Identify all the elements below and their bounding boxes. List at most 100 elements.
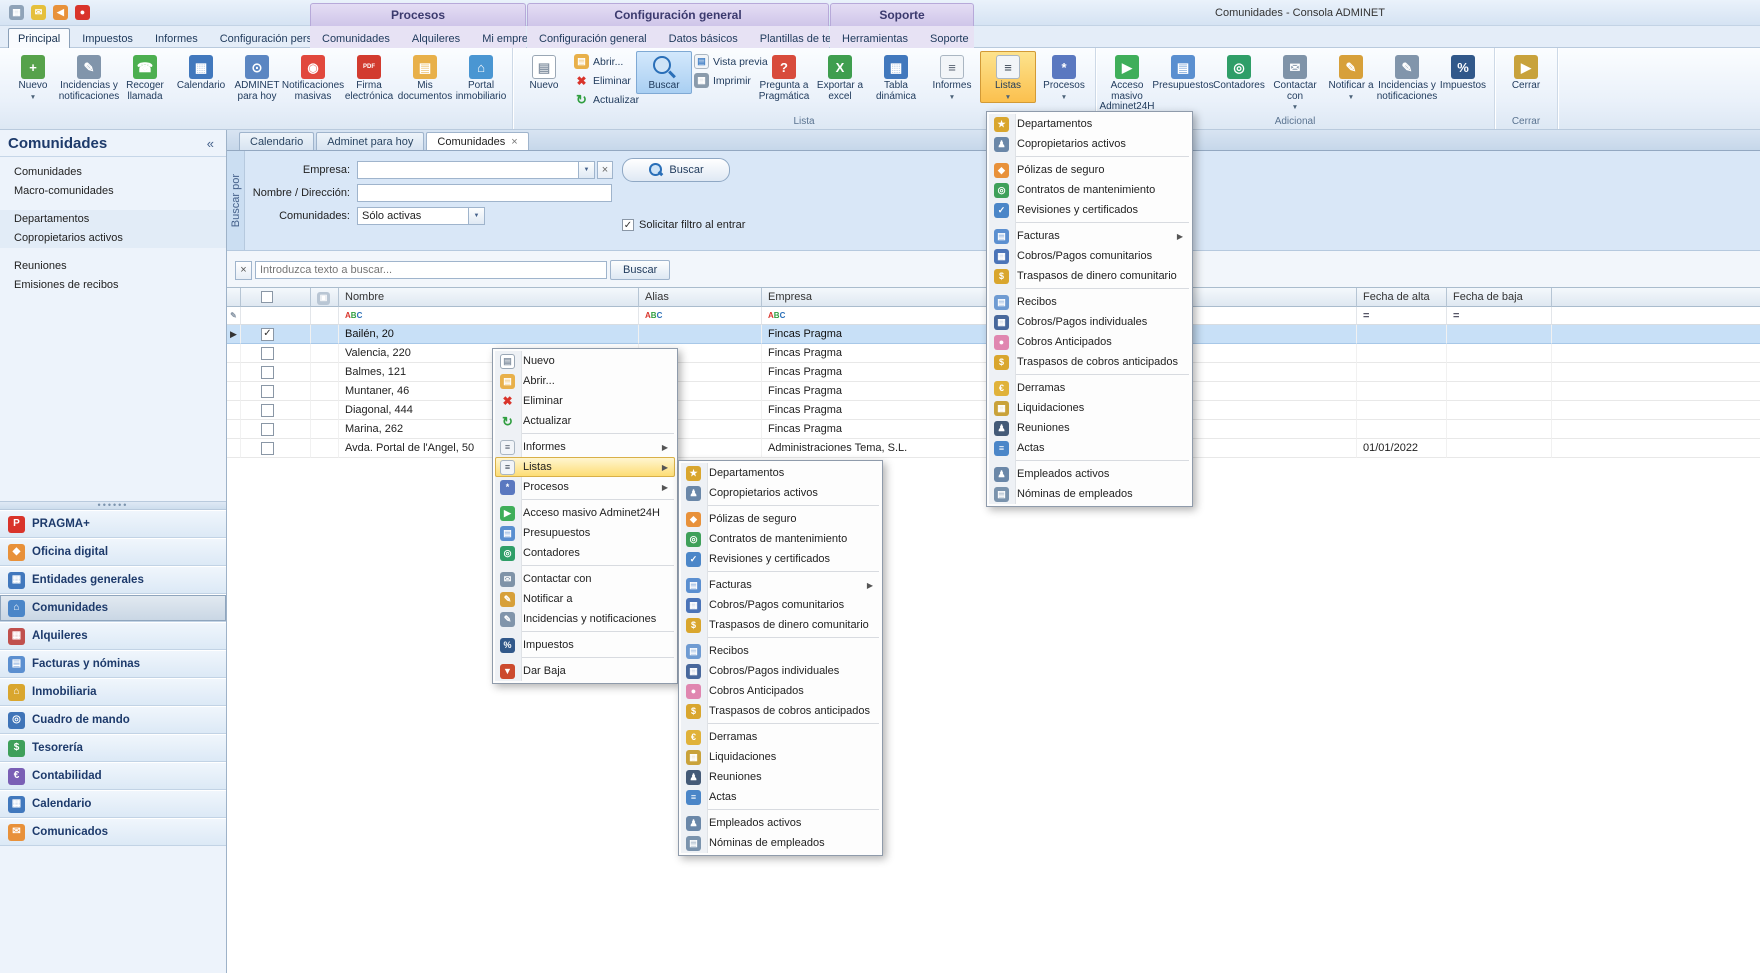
row-checkbox[interactable] bbox=[261, 404, 274, 417]
menu-item[interactable]: Pólizas de seguro ▶ bbox=[681, 509, 880, 529]
menu-item[interactable]: Revisiones y certificados ▶ bbox=[989, 200, 1190, 220]
nav-item[interactable]: Facturas y nóminas bbox=[0, 650, 226, 678]
solicitar-filtro-checkbox-row[interactable]: Solicitar filtro al entrar bbox=[622, 219, 745, 231]
column-header-nombre[interactable]: Nombre bbox=[339, 288, 639, 307]
menu-item[interactable]: Cobros/Pagos individuales ▶ bbox=[681, 661, 880, 681]
ribbon-button[interactable]: Buscar ▼ bbox=[636, 51, 692, 94]
menu-item[interactable]: Revisiones y certificados ▶ bbox=[681, 549, 880, 569]
menu-item[interactable]: Acceso masivo Adminet24H ▶ bbox=[495, 503, 675, 523]
empresa-combo[interactable]: ▼ bbox=[357, 161, 595, 179]
ribbon-tab[interactable]: Datos básicos bbox=[659, 28, 748, 48]
nav-item[interactable]: Comunidades bbox=[0, 594, 226, 622]
nombre-direccion-input[interactable] bbox=[357, 184, 612, 202]
ribbon-button[interactable]: Contadores ▼ bbox=[1211, 51, 1267, 94]
menu-item[interactable]: Pólizas de seguro ▶ bbox=[989, 160, 1190, 180]
nav-item[interactable]: PRAGMA+ bbox=[0, 510, 226, 538]
menu-item[interactable]: Reuniones ▶ bbox=[989, 418, 1190, 438]
menu-item[interactable]: Departamentos ▶ bbox=[681, 463, 880, 483]
comunidades-select[interactable] bbox=[357, 207, 469, 225]
filter-alias-cell[interactable]: ABC bbox=[639, 307, 762, 325]
chevron-down-icon[interactable]: ▼ bbox=[579, 161, 595, 179]
menu-item[interactable]: Actas ▶ bbox=[989, 438, 1190, 458]
ribbon-button[interactable]: Tabla dinámica ▼ bbox=[868, 51, 924, 104]
ribbon-small-button[interactable]: Actualizar bbox=[574, 92, 634, 107]
menu-item[interactable]: Traspasos de dinero comunitario ▶ bbox=[681, 615, 880, 635]
menu-item[interactable]: Contadores ▶ bbox=[495, 543, 675, 563]
close-tab-icon[interactable]: × bbox=[511, 136, 517, 148]
filter-fecha-alta-cell[interactable]: = bbox=[1357, 307, 1447, 325]
menu-item[interactable]: Abrir... ▶ bbox=[495, 371, 675, 391]
menu-item[interactable]: Traspasos de dinero comunitario ▶ bbox=[989, 266, 1190, 286]
row-checkbox[interactable] bbox=[261, 442, 274, 455]
menu-item[interactable]: Cobros Anticipados ▶ bbox=[681, 681, 880, 701]
sidebar-item[interactable]: Macro-comunidades bbox=[0, 182, 226, 201]
row-checkbox[interactable] bbox=[261, 347, 274, 360]
ribbon-tab[interactable]: Principal bbox=[8, 28, 70, 48]
nav-item[interactable]: Cuadro de mando bbox=[0, 706, 226, 734]
ribbon-button[interactable]: Mis documentos ▼ bbox=[397, 51, 453, 104]
column-header-fecha-baja[interactable]: Fecha de baja bbox=[1447, 288, 1552, 307]
menu-item[interactable]: Empleados activos ▶ bbox=[681, 813, 880, 833]
document-tab[interactable]: Comunidades × bbox=[426, 132, 528, 150]
menu-item[interactable]: Facturas ▶ bbox=[681, 575, 880, 595]
ribbon-button[interactable]: Nuevo ▼ bbox=[5, 51, 61, 103]
ribbon-button[interactable]: Incidencias y notificaciones ▼ bbox=[1379, 51, 1435, 104]
record-icon[interactable] bbox=[75, 5, 90, 20]
speaker-icon[interactable] bbox=[53, 5, 68, 20]
search-buscar-button[interactable]: Buscar bbox=[610, 260, 670, 280]
row-checkbox[interactable] bbox=[261, 385, 274, 398]
mail-icon[interactable] bbox=[31, 5, 46, 20]
ribbon-small-button[interactable]: Eliminar bbox=[574, 73, 634, 88]
menu-item[interactable]: Actualizar ▶ bbox=[495, 411, 675, 431]
ribbon-tab[interactable]: Informes bbox=[145, 28, 208, 48]
nav-item[interactable]: Comunicados bbox=[0, 818, 226, 846]
menu-item[interactable]: Cobros Anticipados ▶ bbox=[989, 332, 1190, 352]
ribbon-button[interactable]: Firma electrónica ▼ bbox=[341, 51, 397, 104]
menu-item[interactable]: Nuevo ▶ bbox=[495, 351, 675, 371]
clear-empresa-button[interactable]: × bbox=[597, 161, 613, 179]
chevron-down-icon[interactable]: ▼ bbox=[469, 207, 485, 225]
ribbon-button[interactable]: Incidencias y notificaciones ▼ bbox=[61, 51, 117, 104]
menu-item[interactable]: Traspasos de cobros anticipados ▶ bbox=[681, 701, 880, 721]
ribbon-button[interactable]: Presupuestos ▼ bbox=[1155, 51, 1211, 94]
filter-nombre-cell[interactable]: ABC bbox=[339, 307, 639, 325]
nav-item[interactable]: Contabilidad bbox=[0, 762, 226, 790]
ribbon-tab[interactable]: Impuestos bbox=[72, 28, 143, 48]
menu-item[interactable]: Nóminas de empleados ▶ bbox=[681, 833, 880, 853]
ribbon-button[interactable]: Exportar a excel ▼ bbox=[812, 51, 868, 104]
ribbon-button[interactable]: Nuevo ▼ bbox=[516, 51, 572, 94]
menu-item[interactable]: Dar Baja ▶ bbox=[495, 661, 675, 681]
sidebar-item[interactable]: Departamentos bbox=[0, 210, 226, 229]
sidebar-splitter[interactable]: •••••• bbox=[0, 501, 226, 510]
search-input[interactable] bbox=[255, 261, 607, 279]
empresa-input[interactable] bbox=[357, 161, 579, 179]
ribbon-button[interactable]: Procesos ▼ bbox=[1036, 51, 1092, 103]
nav-item[interactable]: Entidades generales bbox=[0, 566, 226, 594]
panel-buscar-button[interactable]: Buscar bbox=[622, 158, 730, 182]
document-tab[interactable]: Adminet para hoy × bbox=[316, 132, 424, 150]
ribbon-button[interactable]: Contactar con ▼ bbox=[1267, 51, 1323, 113]
ribbon-button[interactable]: Informes ▼ bbox=[924, 51, 980, 103]
menu-item[interactable]: Recibos ▶ bbox=[989, 292, 1190, 312]
column-header-alias[interactable]: Alias bbox=[639, 288, 762, 307]
sidebar-item[interactable]: Reuniones bbox=[0, 257, 226, 276]
ribbon-button[interactable]: Impuestos ▼ bbox=[1435, 51, 1491, 94]
nav-item[interactable]: Alquileres bbox=[0, 622, 226, 650]
ribbon-button[interactable]: Portal inmobiliario ▼ bbox=[453, 51, 509, 104]
menu-item[interactable]: Listas ▶ bbox=[495, 457, 675, 477]
ribbon-tab[interactable]: Configuración general bbox=[529, 28, 657, 48]
menu-item[interactable]: Incidencias y notificaciones ▶ bbox=[495, 609, 675, 629]
menu-item[interactable]: Departamentos ▶ bbox=[989, 114, 1190, 134]
menu-item[interactable]: Derramas ▶ bbox=[681, 727, 880, 747]
ribbon-button[interactable]: Calendario ▼ bbox=[173, 51, 229, 94]
column-header-fecha-alta[interactable]: Fecha de alta bbox=[1357, 288, 1447, 307]
menu-item[interactable]: Cobros/Pagos comunitarios ▶ bbox=[681, 595, 880, 615]
filter-fecha-baja-cell[interactable]: = bbox=[1447, 307, 1552, 325]
ribbon-small-button[interactable]: Abrir... bbox=[574, 54, 634, 69]
menu-item[interactable]: Eliminar ▶ bbox=[495, 391, 675, 411]
ribbon-button[interactable]: Cerrar ▼ bbox=[1498, 51, 1554, 94]
menu-item[interactable]: Liquidaciones ▶ bbox=[681, 747, 880, 767]
menu-item[interactable]: Actas ▶ bbox=[681, 787, 880, 807]
menu-item[interactable]: Recibos ▶ bbox=[681, 641, 880, 661]
collapse-sidebar-icon[interactable]: « bbox=[203, 136, 218, 151]
